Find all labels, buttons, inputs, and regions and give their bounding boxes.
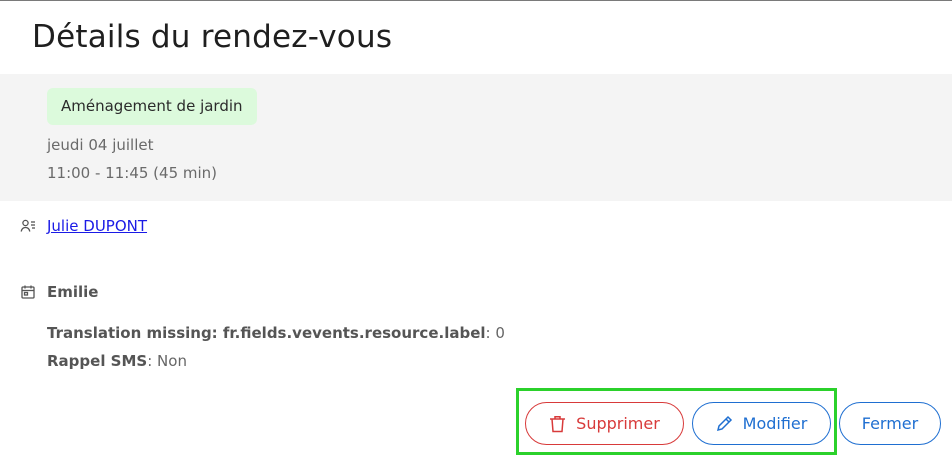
service-tag: Aménagement de jardin [47,88,257,125]
edit-button-label: Modifier [742,414,808,433]
modal-title: Détails du rendez-vous [32,19,393,55]
close-button-label: Fermer [861,414,919,433]
client-name-link[interactable]: Julie DUPONT [47,217,147,235]
trash-icon [550,415,566,432]
resource-name: Emilie [47,283,99,301]
edit-button[interactable]: Modifier [692,402,831,445]
field-value: Non [157,352,187,370]
appointment-summary: Aménagement de jardin jeudi 04 juillet 1… [0,74,952,201]
pencil-icon [716,415,732,432]
close-button[interactable]: Fermer [839,402,941,445]
field-sms-reminder: Rappel SMS: Non [47,352,187,370]
calendar-icon [20,284,36,300]
field-label: Rappel SMS [47,352,148,370]
user-list-icon [20,218,36,234]
appointment-date: jeudi 04 juillet [47,136,154,154]
field-label: Translation missing: fr.fields.vevents.r… [47,324,486,342]
resource-row: Emilie [20,283,98,301]
delete-button[interactable]: Supprimer [525,402,684,445]
appointment-details-modal: Détails du rendez-vous Aménagement de ja… [0,0,952,456]
appointment-time: 11:00 - 11:45 (45 min) [47,164,218,182]
field-value: 0 [495,324,505,342]
client-row: Julie DUPONT [20,217,147,235]
field-resource-label: Translation missing: fr.fields.vevents.r… [47,324,505,342]
delete-button-label: Supprimer [576,414,660,433]
